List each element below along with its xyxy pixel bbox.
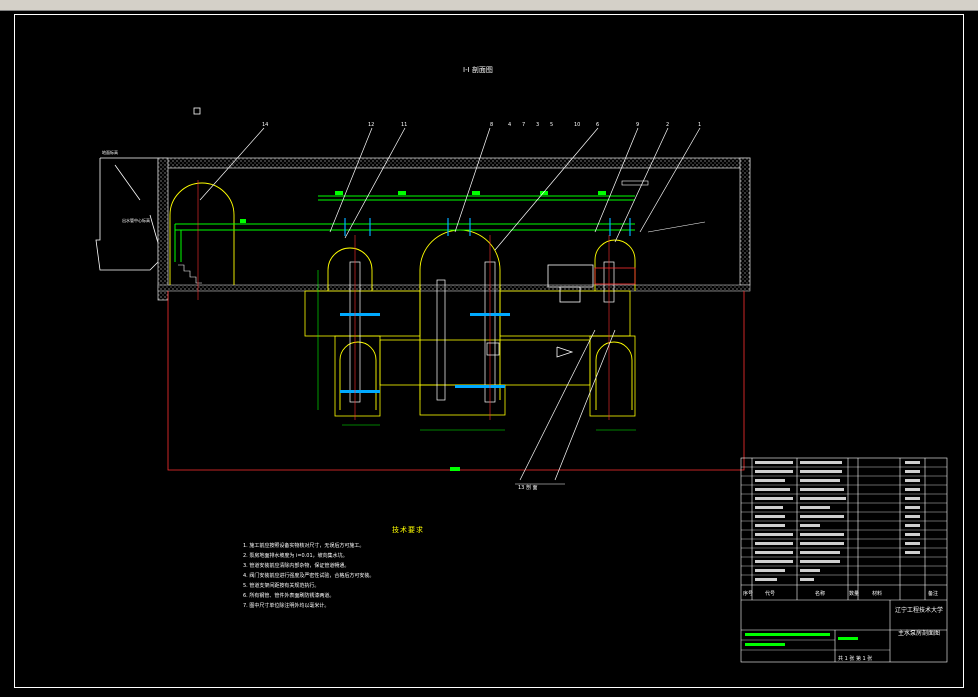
tb-header-remark: 备注: [928, 590, 938, 597]
section-label: 13 剖 面: [518, 484, 538, 491]
leader-label-11: 11: [401, 122, 407, 128]
leader-label-14: 14: [262, 122, 268, 128]
tb-header-code: 代号: [765, 590, 775, 597]
technical-notes: 技术要求 1. 施工前应按照设备实物核对尺寸，无误后方可施工。 2. 泵房地面排…: [243, 525, 573, 611]
left-slope-area: [95, 157, 168, 271]
outlet-box: [486, 342, 500, 356]
tb-header-material: 材料: [872, 590, 882, 597]
leader-label-2: 2: [666, 122, 669, 128]
pump-pits: [304, 290, 636, 417]
title-block-green-marks: [745, 633, 858, 646]
school-name: 辽宁工程技术大学: [895, 606, 943, 614]
leader-label-3: 3: [536, 122, 539, 128]
foundation-outline: [167, 291, 745, 471]
tb-header-qty: 数量: [849, 590, 859, 597]
ground-label: 地面标高: [102, 149, 118, 155]
callout-box-upper: [621, 180, 649, 186]
notes-line-4: 4. 阀门安装前应进行强度及严密性试验，合格后方可安装。: [243, 573, 375, 579]
tb-header-index: 序号: [743, 590, 753, 597]
left-stairs: [178, 264, 202, 284]
leader-label-5: 5: [550, 122, 553, 128]
foundation-dim-mark: [450, 467, 460, 471]
leader-label-7: 7: [522, 122, 525, 128]
notes-title: 技术要求: [392, 526, 424, 534]
pipe-valves: [344, 218, 631, 236]
callout-leader: [647, 221, 706, 233]
leader-label-10: 10: [574, 122, 580, 128]
notes-line-3: 3. 管道安装前应清除内部杂物，保证管道畅通。: [243, 563, 350, 569]
pump-columns: [349, 261, 615, 403]
pipe-center-label: 出水管中心标高: [122, 217, 150, 223]
notes-line-6: 6. 所有钢管、管件外表面刷防锈漆两道。: [243, 593, 335, 599]
flow-arrow: [556, 346, 574, 358]
notes-line-2: 2. 泵房地面排水坡度为 i=0.01，坡向集水坑。: [243, 553, 348, 559]
title-block-header: 序号 代号 名称 数量 材料 备注: [743, 590, 938, 597]
pump-couplings: [340, 313, 510, 393]
tb-header-name: 名称: [815, 590, 825, 597]
leader-label-8: 8: [490, 122, 493, 128]
dimension-lines: [317, 270, 636, 431]
drawing-title: I-I 剖面图: [463, 65, 493, 74]
notes-line-7: 7. 图中尺寸单位除注明外均以毫米计。: [243, 603, 330, 609]
leader-label-9: 9: [636, 122, 639, 128]
leader-label-1: 1: [698, 122, 701, 128]
leader-label-6: 6: [596, 122, 599, 128]
leader-label-4: 4: [508, 122, 511, 128]
main-pipeline: [174, 195, 635, 262]
page-info: 共 1 张 第 1 张: [838, 655, 872, 662]
leader-label-12: 12: [368, 122, 374, 128]
arched-tunnels: [169, 182, 636, 410]
notes-line-5: 5. 管道支架间距按有关规范执行。: [243, 583, 320, 589]
drawing-name: 主水泵房剖面图: [898, 629, 940, 637]
title-block-rows: [741, 466, 947, 651]
pump-axes: [197, 180, 610, 420]
leader-numbers: 14 12 11 8 4 7 3 5 10 6 9 2 1: [262, 122, 701, 128]
notes-line-1: 1. 施工前应按照设备实物核对尺寸，无误后方可施工。: [243, 543, 365, 549]
building-walls: [157, 157, 751, 301]
small-marker: [193, 107, 201, 115]
motor-unit: [547, 264, 636, 303]
